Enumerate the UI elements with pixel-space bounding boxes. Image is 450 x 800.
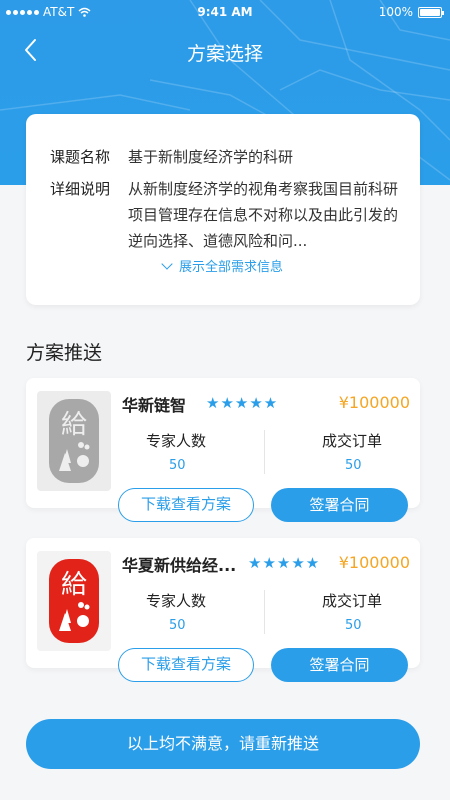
page-title: 方案选择 xyxy=(186,43,263,65)
status-right: 100% xyxy=(378,5,444,19)
repush-button[interactable]: 以上均不满意，请重新推送 xyxy=(26,719,420,769)
sign-contract-button[interactable]: 签署合同 xyxy=(271,648,408,682)
svg-text:給: 給 xyxy=(61,410,87,440)
experts-label: 专家人数 xyxy=(146,592,207,610)
rating-stars: ★★★★★ xyxy=(206,394,279,412)
topic-desc-value: 从新制度经济学的视角考察我国目前科研项目管理存在信息不对称以及由此引发的逆向选择… xyxy=(128,180,399,250)
rating-stars: ★★★★★ xyxy=(248,554,321,572)
seal-thumbnail: 給 xyxy=(37,391,111,491)
seal-image: 給 xyxy=(37,551,111,651)
stat-divider xyxy=(264,430,265,474)
chevron-down-icon xyxy=(161,258,173,270)
experts-value: 50 xyxy=(169,458,186,473)
experts-value: 50 xyxy=(169,618,186,633)
section-title: 方案推送 xyxy=(26,342,103,364)
plan-name: 华新链智 xyxy=(122,396,187,415)
experts-label: 专家人数 xyxy=(146,432,207,450)
orders-value: 50 xyxy=(345,458,362,473)
topic-desc-label: 详细说明 xyxy=(50,180,111,198)
battery-icon xyxy=(418,6,444,18)
download-plan-button[interactable]: 下载查看方案 xyxy=(118,648,254,682)
plan-price: ¥100000 xyxy=(338,393,410,412)
battery-percent: 100% xyxy=(378,5,413,19)
stat-divider xyxy=(264,590,265,634)
expand-all-link[interactable]: 展示全部需求信息 xyxy=(26,256,420,275)
svg-text:給: 給 xyxy=(61,570,87,600)
download-plan-button[interactable]: 下载查看方案 xyxy=(118,488,254,522)
topic-info-card: 课题名称 基于新制度经济学的科研 详细说明 从新制度经济学的视角考察我国目前科研项… xyxy=(26,114,420,305)
nav-bar: 方案选择 xyxy=(0,30,450,70)
orders-value: 50 xyxy=(345,618,362,633)
sign-contract-button[interactable]: 签署合同 xyxy=(271,488,408,522)
plan-price: ¥100000 xyxy=(338,553,410,572)
status-bar: AT&T 9:41 AM 100% xyxy=(0,0,450,24)
plan-name: 华夏新供给经... xyxy=(122,556,237,575)
expand-all-label: 展示全部需求信息 xyxy=(178,260,283,275)
topic-name-value: 基于新制度经济学的科研 xyxy=(128,148,294,166)
topic-name-label: 课题名称 xyxy=(50,148,111,166)
seal-thumbnail: 給 xyxy=(37,551,111,651)
topic-desc-row: 详细说明 xyxy=(50,176,128,202)
orders-label: 成交订单 xyxy=(322,432,383,450)
topic-name-row: 课题名称 基于新制度经济学的科研 xyxy=(50,144,293,170)
seal-image: 給 xyxy=(49,399,99,483)
orders-label: 成交订单 xyxy=(322,592,383,610)
